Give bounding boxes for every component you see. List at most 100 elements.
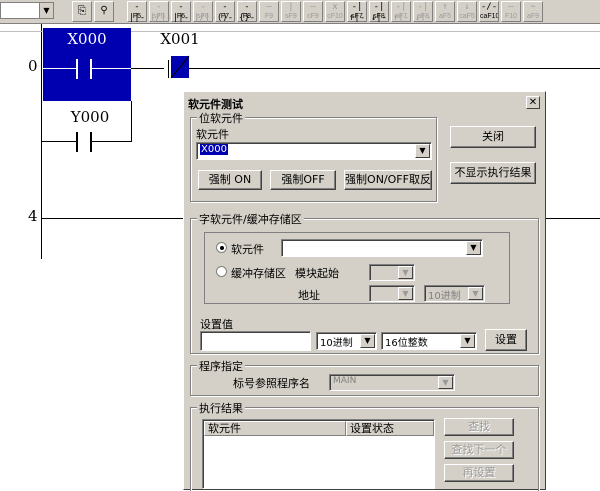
rung-wire <box>189 68 600 69</box>
toolbar-button-af8[interactable]: -|↓|- aF8 <box>413 1 433 23</box>
module-start-label: 模块起始 <box>295 267 339 280</box>
word-device-group: 字软元件/缓冲存储区 软元件 ▼ 缓冲存储区 模块起始 ▼ 地址 ▼ 10进制 … <box>190 211 539 354</box>
chevron-down-icon[interactable]: ▼ <box>39 3 53 18</box>
toolbar-button-sf5[interactable]: -|/|- sF5 <box>149 1 172 23</box>
force-on-button[interactable]: 强制 ON <box>198 170 262 190</box>
toolbar-button-f10[interactable]: — F10 <box>501 1 521 22</box>
chevron-down-icon[interactable]: ▼ <box>398 266 413 279</box>
bit-device-label: 软元件 <box>196 128 229 141</box>
address-label: 地址 <box>298 289 320 302</box>
tree-icon[interactable]: ⚲ <box>94 1 114 22</box>
toolbar-button-sf9[interactable]: | sF9 <box>281 1 301 22</box>
chevron-down-icon[interactable]: ▼ <box>468 287 483 300</box>
toolbar-button-label: sF6 <box>197 13 209 20</box>
bit-device-input[interactable]: X000 ▼ <box>196 142 432 160</box>
toolbar-button-label: aF7 <box>394 13 408 20</box>
chevron-down-icon[interactable]: ▼ <box>460 334 475 348</box>
toolbar-button-label: caF10 <box>480 13 498 20</box>
bit-device-group-title: 位软元件 <box>197 110 245 126</box>
contact-bar <box>90 132 92 152</box>
col-state-header[interactable]: 设置状态 <box>346 421 434 436</box>
set-button[interactable]: 设置 <box>485 329 527 351</box>
ladder-toolbar: ▼ ⎘ ⚲ -||- F5 -|/|- sF5 -||- F6 -|/|- sF6 -()- F7… <box>0 0 600 24</box>
toolbar-combo[interactable]: ▼ <box>0 2 54 19</box>
toolbar-button-f8[interactable]: -{}- F8 <box>237 1 257 23</box>
toolbar-button-sf8[interactable]: -|↓|- sF8 <box>369 1 389 23</box>
word-device-input[interactable]: ▼ <box>281 239 483 257</box>
radix-combo[interactable]: 10进制 ▼ <box>316 332 377 350</box>
toolbar-button-f9[interactable]: — F9 <box>259 1 279 22</box>
contact-label-x001: X001 <box>160 30 200 48</box>
chevron-down-icon[interactable]: ▼ <box>398 287 413 300</box>
find-next-button[interactable]: 查找下一个 <box>444 441 514 459</box>
toolbar-button-cf10[interactable]: x cF10 <box>325 1 345 22</box>
toolbar-button-caf5[interactable]: ↓ caF5 <box>457 1 477 22</box>
chevron-down-icon[interactable]: ▼ <box>415 144 430 158</box>
toolbar-button-f7[interactable]: -()- F7 <box>215 1 235 23</box>
set-value-label: 设置值 <box>200 318 233 331</box>
chevron-down-icon[interactable]: ▼ <box>360 334 375 348</box>
program-combo[interactable]: MAIN ▼ <box>329 374 455 391</box>
rung-wire <box>41 218 183 219</box>
toolbar-button-f5[interactable]: -||- F5 <box>127 1 147 23</box>
address-format-combo[interactable]: 10进制 ▼ <box>424 285 485 302</box>
step-number-0: 0 <box>28 57 38 75</box>
toolbar-button-label: F6 <box>176 13 186 20</box>
toolbar-button-label: caF5 <box>459 13 475 20</box>
contact-label-y000: Y000 <box>70 108 110 126</box>
monitor-icon[interactable]: ⎘ <box>72 1 92 22</box>
toolbar-button-label: F10 <box>504 13 518 20</box>
close-button[interactable]: 关闭 <box>450 126 536 148</box>
program-group: 程序指定 标号参照程序名 MAIN ▼ <box>190 358 539 396</box>
contact-bar <box>90 59 92 79</box>
program-label: 标号参照程序名 <box>233 377 310 390</box>
radio-device-label: 软元件 <box>231 243 264 256</box>
radio-buffer[interactable] <box>216 266 227 277</box>
step-number-4: 4 <box>28 207 38 225</box>
chevron-down-icon[interactable]: ▼ <box>466 241 481 255</box>
branch-wire <box>41 101 42 141</box>
toolbar-button-sf6[interactable]: -|/|- sF6 <box>193 1 216 23</box>
rung-wire <box>43 68 76 69</box>
toolbar-button-label: aF9 <box>526 13 540 20</box>
rung-wire <box>92 68 131 69</box>
contact-bar <box>76 59 78 79</box>
results-list[interactable]: 软元件 设置状态 <box>202 419 435 489</box>
program-group-title: 程序指定 <box>197 358 245 374</box>
chevron-down-icon[interactable]: ▼ <box>438 376 453 389</box>
hide-results-button[interactable]: 不显示执行结果 <box>450 162 536 184</box>
bit-device-value: X000 <box>200 144 228 155</box>
radio-buffer-label: 缓冲存储区 <box>231 267 286 280</box>
toolbar-button-label: aF5 <box>438 13 452 20</box>
word-device-group-title: 字软元件/缓冲存储区 <box>197 211 304 227</box>
dialog-titlebar[interactable]: 软元件测试 ✕ <box>186 94 543 111</box>
toolbar-button-sf7[interactable]: -|↑|- sF7 <box>347 1 367 23</box>
toolbar-button-label: sF9 <box>285 13 297 20</box>
address-combo[interactable]: ▼ <box>369 285 415 302</box>
force-toggle-button[interactable]: 强制ON/OFF取反 <box>344 170 432 190</box>
toolbar-button-caf10[interactable]: -/- caF10 <box>479 1 499 22</box>
results-group-title: 执行结果 <box>197 400 245 416</box>
rung-wire <box>41 141 76 142</box>
toolbar-button-label: F8 <box>242 13 252 20</box>
toolbar-button-label: sF7 <box>351 13 363 20</box>
toolbar-button-af9[interactable]: ~ aF9 <box>523 1 543 22</box>
close-icon[interactable]: ✕ <box>526 96 540 109</box>
col-device-header[interactable]: 软元件 <box>204 421 346 436</box>
branch-wire <box>131 101 132 142</box>
toolbar-button-cf9[interactable]: — cF9 <box>303 1 323 22</box>
find-button[interactable]: 查找 <box>444 418 514 436</box>
radix-value: 10进制 <box>320 338 353 349</box>
set-value-input[interactable] <box>200 331 311 351</box>
address-format-value: 10进制 <box>428 291 461 302</box>
reset-button[interactable]: 再设置 <box>444 464 514 482</box>
toolbar-button-af7[interactable]: -|↑|- aF7 <box>391 1 411 23</box>
toolbar-button-label: sF5 <box>153 13 165 20</box>
data-type-combo[interactable]: 16位整数 ▼ <box>381 332 477 350</box>
radio-device[interactable] <box>216 242 227 253</box>
force-off-button[interactable]: 强制OFF <box>270 170 336 190</box>
toolbar-button-f6[interactable]: -||- F6 <box>171 1 191 23</box>
module-start-combo[interactable]: ▼ <box>369 264 415 281</box>
device-test-dialog: 软元件测试 ✕ 位软元件 软元件 X000 ▼ 强制 ON 强制OFF 强制ON… <box>183 91 546 491</box>
toolbar-button-af5[interactable]: ↑ aF5 <box>435 1 455 22</box>
